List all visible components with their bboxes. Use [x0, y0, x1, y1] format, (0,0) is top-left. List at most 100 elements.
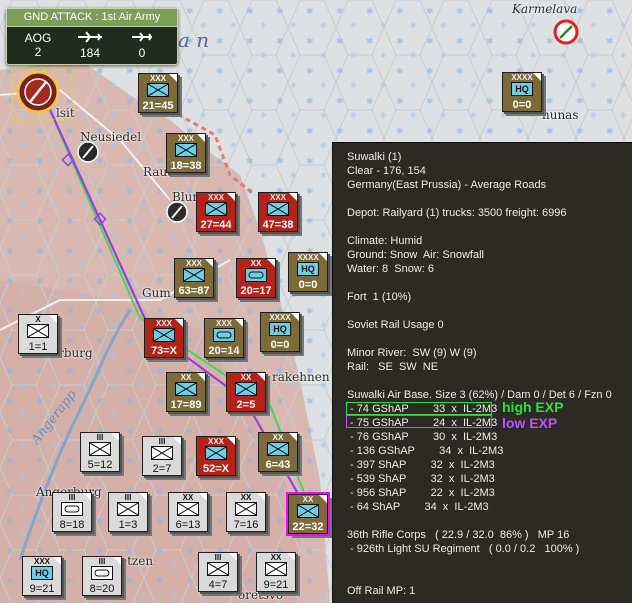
unit-strength: 2=7	[152, 463, 172, 475]
town-label: etzen	[120, 554, 154, 568]
unit-strength: 18=38	[170, 160, 202, 172]
info-line: Fort 1 (10%)	[347, 291, 412, 303]
low-exp-annotation: low EXP	[502, 415, 558, 431]
aog-value: 2	[34, 45, 42, 59]
info-line: Depot: Railyard (1) trucks: 3500 freight…	[347, 207, 567, 219]
infantry-symbol-icon	[235, 502, 257, 516]
unit-strength: 9=21	[263, 579, 289, 591]
unit-strength: 20=17	[240, 285, 272, 297]
unit-counter[interactable]: XXXX HQ 0=0	[288, 252, 328, 292]
aircraft-icon	[65, 31, 115, 46]
armor-symbol-icon	[91, 566, 113, 580]
unit-size: III	[98, 557, 106, 566]
unit-size: XXXX	[269, 313, 291, 322]
infantry-symbol-icon	[267, 442, 289, 456]
unit-strength: 2=5	[236, 399, 256, 411]
unit-strength: 27=44	[200, 219, 232, 231]
unit-counter[interactable]: III 4=7	[198, 552, 238, 592]
unit-strength: 7=16	[233, 519, 259, 531]
unit-strength: 1=1	[28, 341, 48, 353]
aog-stat: AOG 2	[13, 31, 63, 59]
region-label: a n	[178, 28, 210, 52]
unit-counter[interactable]: XX 6=13	[168, 492, 208, 532]
armor-symbol-icon	[61, 502, 83, 516]
infantry-symbol-icon	[205, 446, 227, 460]
unit-strength: 8=18	[59, 519, 85, 531]
unit-counter[interactable]: XXX 63=87	[174, 258, 214, 298]
unit-counter[interactable]: XX 22=32	[286, 492, 330, 536]
unit-counter[interactable]: III 1=3	[108, 492, 148, 532]
unit-counter[interactable]: XXX 20=14	[204, 318, 244, 358]
hq-symbol-icon: HQ	[511, 82, 533, 96]
unit-counter[interactable]: III 8=18	[52, 492, 92, 532]
info-line: Off Rail MP: 1	[347, 585, 416, 597]
unit-size: XX	[180, 373, 192, 382]
unit-size: XX	[272, 433, 284, 442]
info-line: Minor River: SW (9) W (9)	[347, 347, 477, 359]
unit-size: XX	[302, 495, 314, 504]
town-label: lsit	[56, 106, 75, 120]
unit-counter[interactable]: XXX 73=X	[144, 318, 184, 358]
unit-size: III	[96, 433, 104, 442]
hq-symbol-icon: HQ	[31, 566, 53, 580]
infantry-symbol-icon	[183, 268, 205, 282]
unit-size: XXX	[33, 557, 50, 566]
hq-symbol-icon: HQ	[297, 262, 319, 276]
unit-strength: 5=12	[87, 459, 113, 471]
info-line: - 926th Light SU Regiment ( 0.0 / 0.2 10…	[347, 543, 580, 555]
unit-counter[interactable]: XXX 21=45	[138, 73, 178, 113]
unit-counter[interactable]: XXX 18=38	[166, 133, 206, 173]
unit-counter[interactable]: XX 2=5	[226, 372, 266, 412]
unit-counter[interactable]: XXXX HQ 0=0	[502, 72, 542, 112]
unit-counter[interactable]: X 1=1	[18, 314, 58, 354]
info-line: Suwalki Air Base. Size 3 (62%) / Dam 0 /…	[347, 389, 612, 401]
mission-title: GND ATTACK : 1st Air Army	[7, 9, 177, 27]
infantry-symbol-icon	[147, 83, 169, 97]
info-line: - 136 GShAP 34 x IL-2M3	[347, 445, 504, 457]
unit-counter[interactable]: XXX HQ 9=21	[22, 556, 62, 596]
town-label: nunas	[542, 108, 579, 122]
unit-counter[interactable]: XX 20=17	[236, 258, 276, 298]
unit-strength: 0=0	[298, 279, 318, 291]
unit-size: III	[68, 493, 76, 502]
unit-counter[interactable]: III 2=7	[142, 436, 182, 476]
infantry-symbol-icon	[89, 442, 111, 456]
town-label: Neusiedel	[80, 130, 142, 144]
unit-counter[interactable]: XX 9=21	[256, 552, 296, 592]
unit-strength: 47=38	[262, 219, 294, 231]
unit-strength: 73=X	[151, 345, 177, 357]
unit-counter[interactable]: XX 7=16	[226, 492, 266, 532]
unit-counter[interactable]: XXXX HQ 0=0	[260, 312, 300, 352]
town-label: rakehnen	[272, 370, 330, 384]
info-line: Water: 8 Snow: 6	[347, 263, 435, 275]
unit-size: XX	[270, 553, 282, 562]
infantry-symbol-icon	[177, 502, 199, 516]
unit-strength: 4=7	[208, 579, 228, 591]
info-line: Soviet Rail Usage 0	[347, 319, 444, 331]
unit-counter[interactable]: XX 17=89	[166, 372, 206, 412]
unit-counter[interactable]: III 8=20	[82, 556, 122, 596]
unit-counter[interactable]: XXX 52=X	[196, 436, 236, 476]
unit-strength: 6=43	[265, 459, 291, 471]
info-line: 36th Rifle Corps ( 22.9 / 32.0 86% ) MP …	[347, 529, 570, 541]
unit-counter[interactable]: XX 6=43	[258, 432, 298, 472]
mission-box[interactable]: GND ATTACK : 1st Air Army AOG 2 184 0	[6, 8, 178, 65]
unit-strength: 20=14	[208, 345, 240, 357]
info-line: Suwalki (1)	[347, 151, 402, 163]
unit-size: XXX	[207, 437, 224, 446]
escort-stat: 0	[117, 31, 167, 60]
unit-size: XXX	[149, 74, 166, 83]
hex-info-panel: Suwalki (1) Clear - 176, 154 Germany(East …	[332, 142, 632, 603]
unit-counter[interactable]: XXX 27=44	[196, 192, 236, 232]
unit-counter[interactable]: III 5=12	[80, 432, 120, 472]
unit-strength: 8=20	[89, 583, 115, 595]
unit-size: III	[158, 437, 166, 446]
unit-size: XXX	[207, 193, 224, 202]
info-line: Rail: SE SW NE	[347, 361, 439, 373]
unit-counter[interactable]: XXX 47=38	[258, 192, 298, 232]
high-exp-highlight	[346, 402, 492, 415]
info-line: Climate: Humid	[347, 235, 423, 247]
aircraft-icon	[117, 31, 167, 46]
infantry-symbol-icon	[27, 324, 49, 338]
unit-strength: 9=21	[29, 583, 55, 595]
